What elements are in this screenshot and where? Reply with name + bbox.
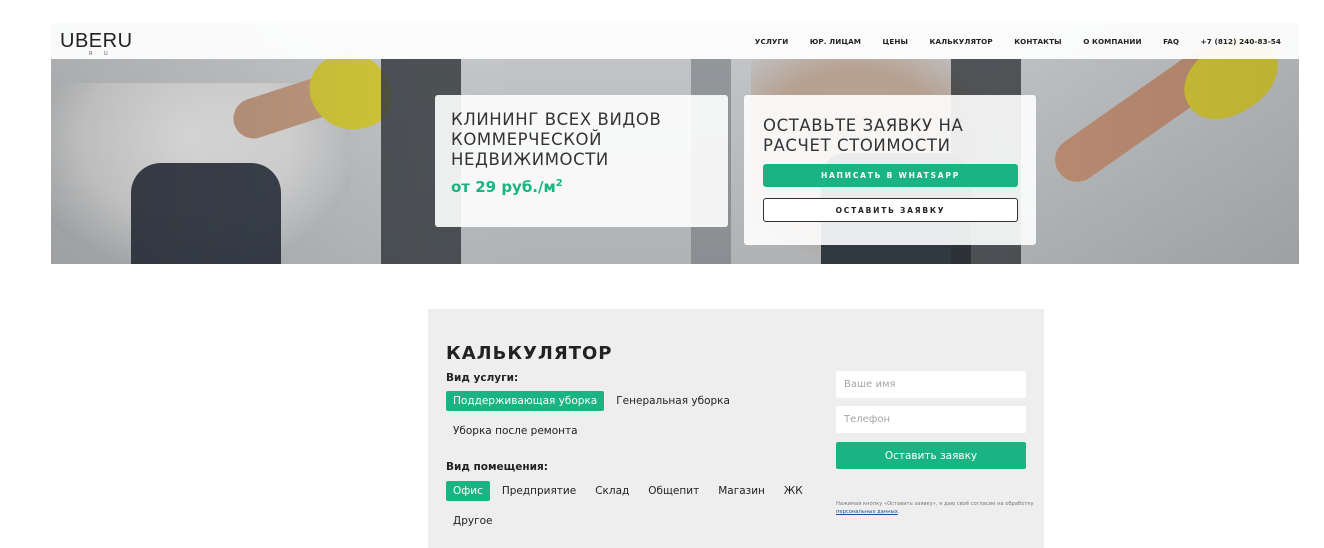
- service-option-maintenance[interactable]: Поддерживающая уборка: [446, 391, 605, 411]
- hero-banner: UBERU R U УСЛУГИ ЮР. ЛИЦАМ ЦЕНЫ КАЛЬКУЛЯ…: [51, 23, 1299, 264]
- premises-type-options: Офис Предприятие Склад Общепит Магазин Ж…: [446, 481, 826, 541]
- service-type-label: Вид услуги:: [446, 372, 519, 384]
- site-header: UBERU R U УСЛУГИ ЮР. ЛИЦАМ ЦЕНЫ КАЛЬКУЛЯ…: [51, 23, 1299, 59]
- nav-phone[interactable]: +7 (812) 240-83-54: [1201, 37, 1281, 46]
- request-card-title: ОСТАВЬТЕ ЗАЯВКУ НА РАСЧЕТ СТОИМОСТИ: [763, 116, 1018, 156]
- service-type-options: Поддерживающая уборка Генеральная уборка…: [446, 391, 826, 451]
- name-input[interactable]: [836, 371, 1026, 398]
- hero-title-line-2: КОММЕРЧЕСКОЙ: [451, 130, 603, 149]
- hero-title: КЛИНИНГ ВСЕХ ВИДОВ КОММЕРЧЕСКОЙ НЕДВИЖИМ…: [451, 110, 712, 170]
- premises-type-label: Вид помещения:: [446, 461, 548, 473]
- hero-price-unit-sup: 2: [555, 178, 563, 189]
- nav-faq[interactable]: FAQ: [1163, 37, 1179, 46]
- consent-end: .: [897, 509, 900, 515]
- premises-option-office[interactable]: Офис: [446, 481, 490, 501]
- premises-option-catering[interactable]: Общепит: [641, 481, 706, 501]
- nav-about[interactable]: О КОМПАНИИ: [1083, 37, 1141, 46]
- nav-calculator[interactable]: КАЛЬКУЛЯТОР: [930, 37, 993, 46]
- logo-subtext: R U: [89, 51, 113, 57]
- calculator-section: КАЛЬКУЛЯТОР Вид услуги: Поддерживающая у…: [428, 309, 1044, 548]
- hero-price: от 29 руб./м2: [451, 178, 712, 196]
- hero-price-text: от 29 руб./м: [451, 178, 556, 196]
- service-option-general[interactable]: Генеральная уборка: [609, 391, 737, 411]
- nav-contacts[interactable]: КОНТАКТЫ: [1014, 37, 1062, 46]
- premises-option-enterprise[interactable]: Предприятие: [495, 481, 583, 501]
- calculator-title: КАЛЬКУЛЯТОР: [446, 343, 613, 364]
- nav-prices[interactable]: ЦЕНЫ: [883, 37, 908, 46]
- leave-request-button[interactable]: ОСТАВИТЬ ЗАЯВКУ: [763, 198, 1018, 222]
- consent-text: Нажимая кнопку «Оставить заявку», я даю …: [836, 501, 1034, 507]
- premises-option-warehouse[interactable]: Склад: [588, 481, 636, 501]
- calculator-submit-button[interactable]: Оставить заявку: [836, 442, 1026, 469]
- phone-input[interactable]: [836, 406, 1026, 433]
- site-logo[interactable]: UBERU R U: [60, 30, 133, 57]
- premises-option-residential[interactable]: ЖК: [777, 481, 810, 501]
- logo-text: UBERU: [60, 30, 133, 52]
- request-title-line-2: РАСЧЕТ СТОИМОСТИ: [763, 136, 951, 155]
- hero-title-line-1: КЛИНИНГ ВСЕХ ВИДОВ: [451, 110, 662, 129]
- nav-services[interactable]: УСЛУГИ: [755, 37, 789, 46]
- request-title-line-1: ОСТАВЬТЕ ЗАЯВКУ НА: [763, 116, 964, 135]
- hero-offer-card: КЛИНИНГ ВСЕХ ВИДОВ КОММЕРЧЕСКОЙ НЕДВИЖИМ…: [435, 95, 728, 227]
- request-card: ОСТАВЬТЕ ЗАЯВКУ НА РАСЧЕТ СТОИМОСТИ НАПИ…: [744, 95, 1036, 245]
- personal-data-link[interactable]: персональных данных: [836, 509, 898, 515]
- hero-title-line-3: НЕДВИЖИМОСТИ: [451, 150, 609, 169]
- premises-option-shop[interactable]: Магазин: [711, 481, 772, 501]
- main-nav: УСЛУГИ ЮР. ЛИЦАМ ЦЕНЫ КАЛЬКУЛЯТОР КОНТАК…: [733, 37, 1281, 46]
- nav-legal[interactable]: ЮР. ЛИЦАМ: [810, 37, 861, 46]
- service-option-after-renovation[interactable]: Уборка после ремонта: [446, 421, 585, 441]
- premises-option-other[interactable]: Другое: [446, 511, 499, 531]
- whatsapp-button[interactable]: НАПИСАТЬ В WHATSAPP: [763, 164, 1018, 187]
- consent-note: Нажимая кнопку «Оставить заявку», я даю …: [836, 500, 1036, 516]
